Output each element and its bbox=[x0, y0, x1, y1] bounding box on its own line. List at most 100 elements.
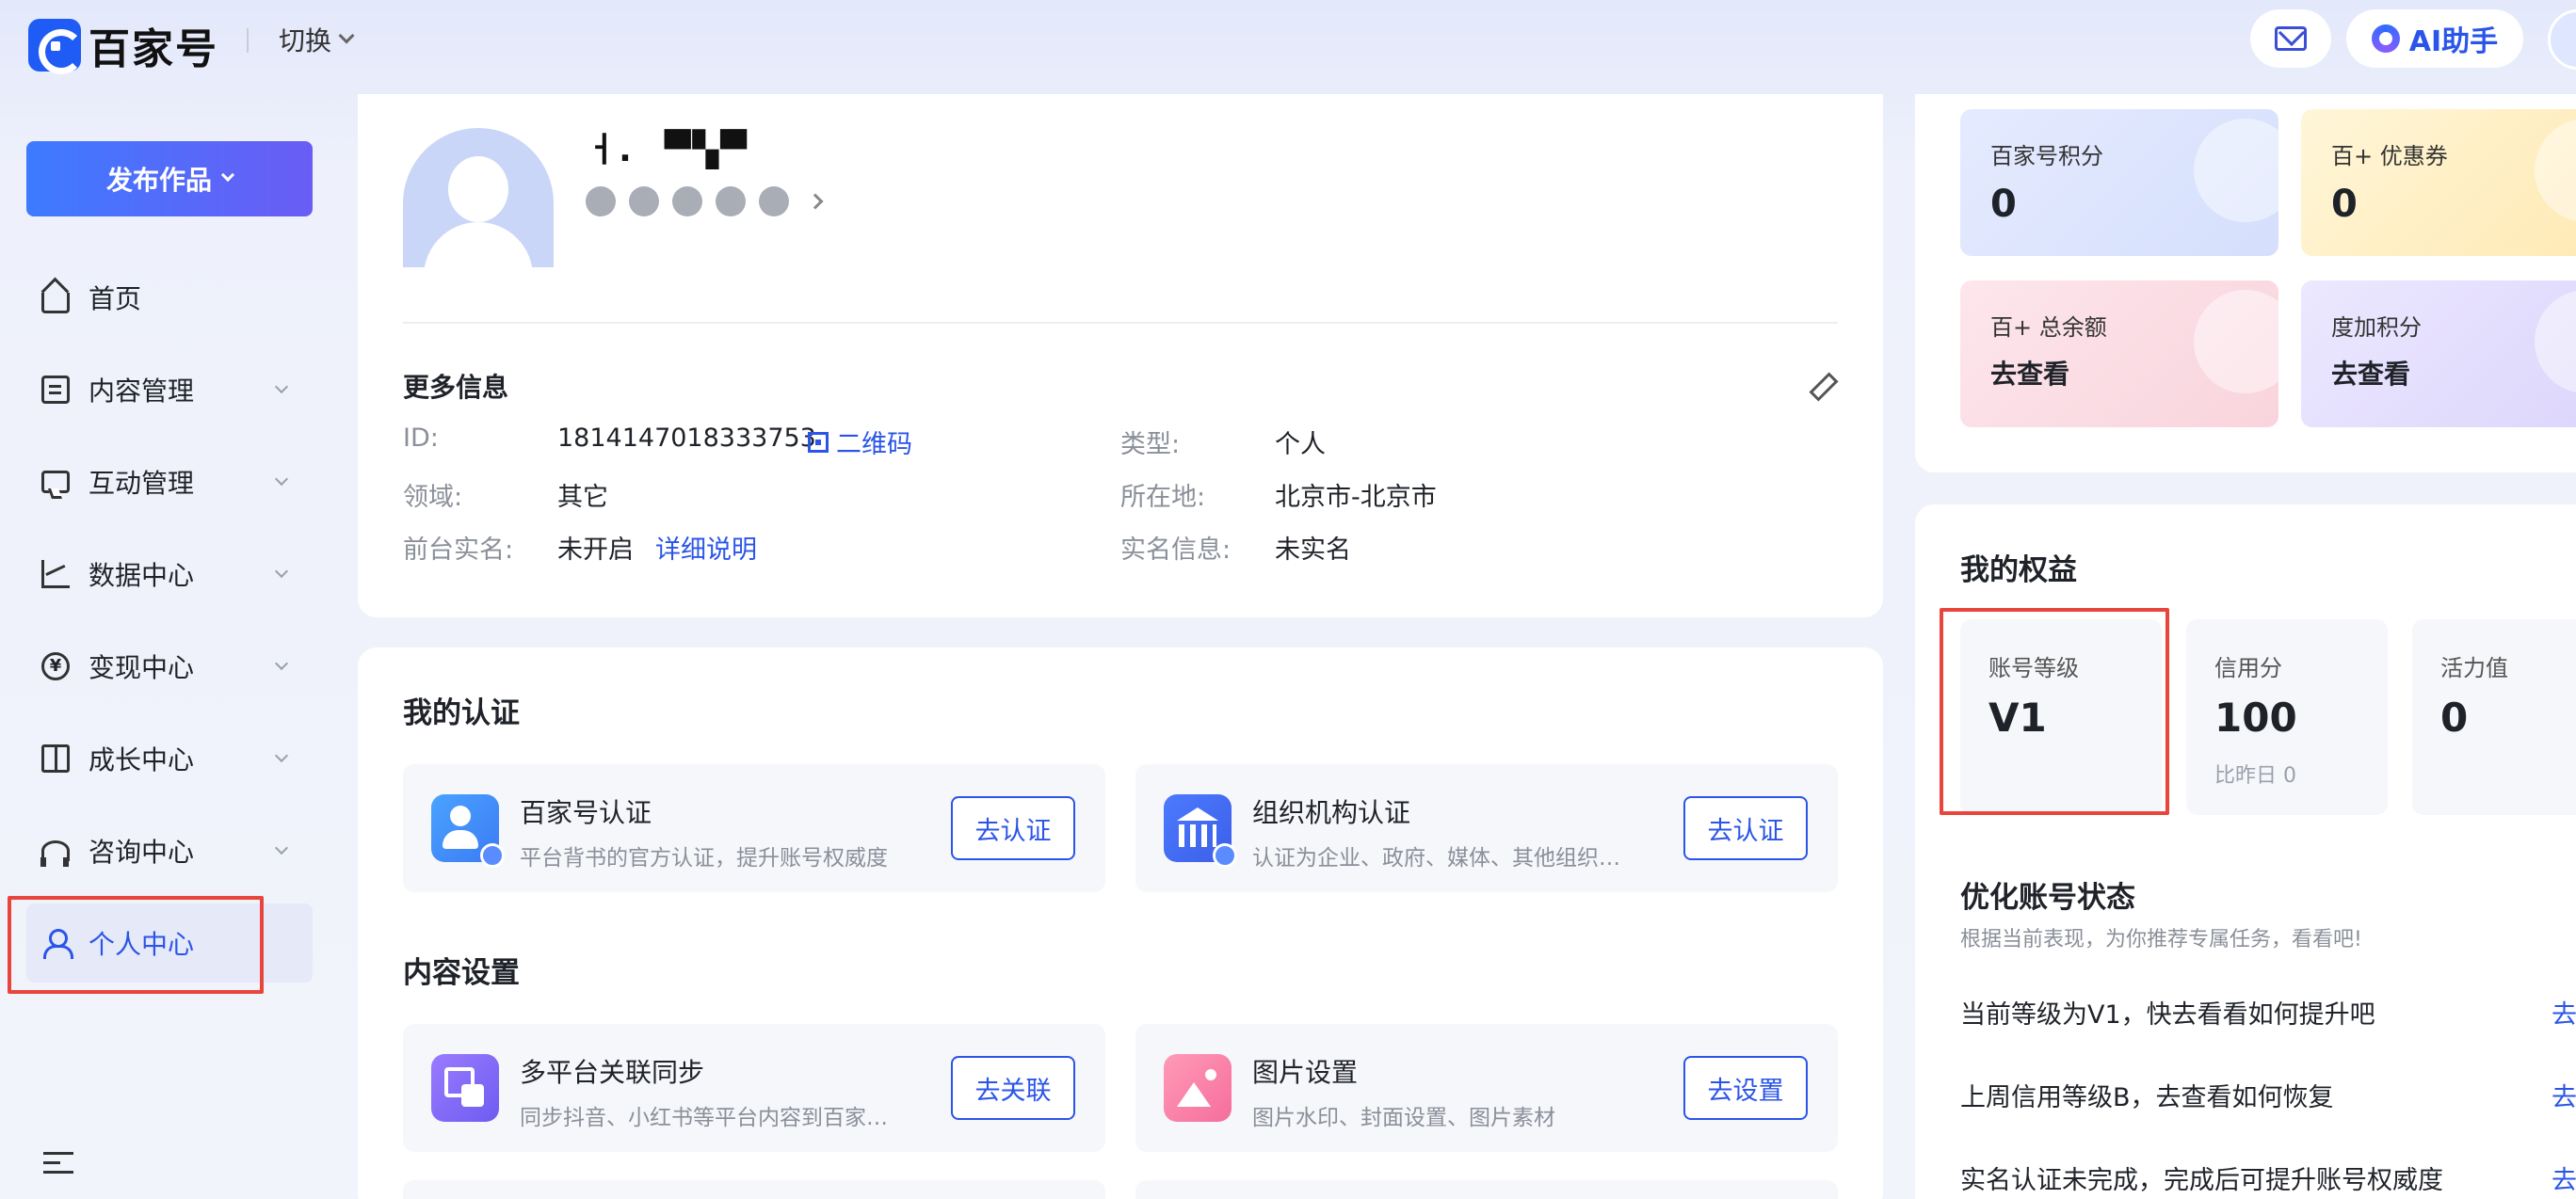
edit-icon[interactable] bbox=[1810, 373, 1834, 397]
optimize-subtitle: 根据当前表现，为你推荐专属任务，看看吧! bbox=[1960, 928, 2362, 951]
task-text: 实名认证未完成，完成后可提升账号权威度 bbox=[1960, 1166, 2443, 1195]
sidebar-item-growth[interactable]: 成长中心 bbox=[26, 719, 313, 798]
switch-label: 切换 bbox=[279, 25, 332, 56]
sidebar-item-label: 咨询中心 bbox=[89, 837, 195, 868]
type-label: 类型: bbox=[1120, 430, 1181, 459]
sidebar-item-label: 成长中心 bbox=[89, 744, 195, 775]
sidebar-item-label: 个人中心 bbox=[89, 929, 195, 960]
item-desc: 图片水印、封面设置、图片素材 bbox=[1252, 1106, 1555, 1130]
chart-icon bbox=[41, 560, 70, 588]
logo[interactable]: 百家号 bbox=[28, 15, 218, 75]
collapse-sidebar-icon[interactable] bbox=[43, 1152, 73, 1176]
info-grid: ID: 1814147018333753 二维码 类型: 个人 领域: 其它 所… bbox=[403, 424, 1838, 582]
link-platform-button[interactable]: 去关联 bbox=[951, 1056, 1075, 1120]
task-go-link[interactable]: 去 bbox=[2552, 994, 2576, 1031]
task-go-link[interactable]: 去 bbox=[2552, 1159, 2576, 1196]
more-info-title: 更多信息 bbox=[403, 372, 509, 403]
ai-assistant-label: AI助手 bbox=[2408, 25, 2499, 58]
task-text: 当前等级为V1，快去看看如何提升吧 bbox=[1960, 1000, 2375, 1030]
id-label: ID: bbox=[403, 424, 439, 453]
realname-info-value: 未实名 bbox=[1275, 536, 1351, 565]
setting-item: 多平台关联同步 同步抖音、小红书等平台内容到百家… 去关联 bbox=[403, 1024, 1105, 1152]
optimize-title: 优化账号状态 bbox=[1960, 881, 2135, 915]
type-value: 个人 bbox=[1275, 430, 1326, 459]
vitality-box[interactable]: 活力值 0 bbox=[2412, 619, 2576, 815]
org-cert-icon bbox=[1164, 794, 1237, 868]
sidebar-item-label: 内容管理 bbox=[89, 376, 195, 407]
messages-button[interactable] bbox=[2250, 9, 2331, 68]
info-row: 前台实名: 未开启 详细说明 实名信息: 未实名 bbox=[403, 529, 1838, 582]
sidebar-item-interaction[interactable]: 互动管理 bbox=[26, 442, 313, 521]
user-avatar[interactable] bbox=[2548, 9, 2576, 70]
chevron-down-icon bbox=[338, 27, 355, 44]
ai-assistant-button[interactable]: AI助手 bbox=[2346, 9, 2523, 68]
points-deco-icon bbox=[2535, 290, 2576, 393]
chevron-down-icon bbox=[220, 168, 235, 183]
badge-row[interactable] bbox=[586, 186, 824, 216]
details-link[interactable]: 详细说明 bbox=[655, 529, 757, 566]
sync-icon bbox=[431, 1054, 499, 1122]
task-go-link[interactable]: 去 bbox=[2552, 1077, 2576, 1113]
view-link[interactable]: 去查看 bbox=[1990, 354, 2069, 392]
sidebar-item-consult[interactable]: 咨询中心 bbox=[26, 811, 313, 890]
chat-icon bbox=[41, 471, 70, 493]
stat-label: 活力值 bbox=[2440, 655, 2508, 681]
chevron-right-icon bbox=[807, 193, 824, 210]
divider bbox=[403, 322, 1838, 324]
badge-icon bbox=[716, 186, 746, 216]
profile-card: ㅓ.ᅟ▀▚▀ 更多信息 ID: 1814147018333753 二维码 类型:… bbox=[358, 94, 1883, 617]
app-root: 百家号 切换 AI助手 发布作品 首页 内容管理 互动管理 数据中心 ¥ 变现中… bbox=[0, 0, 2576, 1199]
credit-score-box[interactable]: 信用分 100 比昨日 0 bbox=[2186, 619, 2388, 815]
qr-code-link[interactable]: 二维码 bbox=[808, 424, 912, 460]
user-icon bbox=[41, 929, 73, 959]
item-desc: 平台背书的官方认证，提升账号权威度 bbox=[520, 846, 888, 871]
sidebar-item-data[interactable]: 数据中心 bbox=[26, 535, 313, 614]
asset-tile[interactable]: 百+ 总余额 去查看 bbox=[1960, 280, 2278, 427]
domain-label: 领域: bbox=[403, 483, 463, 512]
task-text: 上周信用等级B，去查看如何恢复 bbox=[1960, 1083, 2334, 1112]
cert-item: 百家号认证 平台背书的官方认证，提升账号权威度 去认证 bbox=[403, 764, 1105, 892]
image-icon bbox=[1164, 1054, 1232, 1122]
badge-icon bbox=[586, 186, 616, 216]
setting-item bbox=[1135, 1180, 1838, 1199]
domain-value: 其它 bbox=[557, 483, 608, 512]
realname-info-label: 实名信息: bbox=[1120, 536, 1232, 565]
asset-tile[interactable]: 百家号积分 0 bbox=[1960, 109, 2278, 256]
badge-icon bbox=[759, 186, 789, 216]
divider bbox=[247, 28, 249, 53]
item-desc: 认证为企业、政府、媒体、其他组织… bbox=[1252, 846, 1620, 871]
certification-card: 我的认证 百家号认证 平台背书的官方认证，提升账号权威度 去认证 组织机构认证 … bbox=[358, 647, 1883, 1199]
sidebar-item-label: 首页 bbox=[89, 283, 142, 314]
id-value: 1814147018333753 bbox=[557, 424, 816, 453]
certify-org-button[interactable]: 去认证 bbox=[1683, 796, 1808, 860]
location-label: 所在地: bbox=[1120, 483, 1206, 512]
info-row: ID: 1814147018333753 二维码 类型: 个人 bbox=[403, 424, 1838, 476]
view-link[interactable]: 去查看 bbox=[2331, 354, 2410, 392]
account-level-box[interactable]: 账号等级 V1 bbox=[1960, 619, 2162, 815]
tile-label: 百+ 优惠券 bbox=[2331, 143, 2448, 169]
sidebar-item-monetize[interactable]: ¥ 变现中心 bbox=[26, 627, 313, 706]
document-icon bbox=[41, 376, 70, 404]
chevron-down-icon bbox=[274, 472, 289, 487]
stat-value: 0 bbox=[2440, 695, 2469, 741]
profile-avatar[interactable] bbox=[403, 128, 554, 267]
asset-tile[interactable]: 百+ 优惠券 0 bbox=[2301, 109, 2576, 256]
logo-text: 百家号 bbox=[89, 25, 218, 73]
badge-icon bbox=[629, 186, 659, 216]
person-cert-icon bbox=[431, 794, 505, 868]
location-value: 北京市-北京市 bbox=[1275, 483, 1437, 512]
publish-button[interactable]: 发布作品 bbox=[26, 141, 313, 216]
sidebar-item-personal[interactable]: 个人中心 bbox=[26, 903, 313, 983]
setting-item: 图片设置 图片水印、封面设置、图片素材 去设置 bbox=[1135, 1024, 1838, 1152]
mail-icon bbox=[2275, 26, 2307, 51]
setting-item bbox=[403, 1180, 1105, 1199]
image-settings-button[interactable]: 去设置 bbox=[1683, 1056, 1808, 1120]
sidebar-item-home[interactable]: 首页 bbox=[26, 258, 313, 337]
qr-code-icon bbox=[808, 431, 829, 453]
sidebar-item-content[interactable]: 内容管理 bbox=[26, 350, 313, 429]
item-title: 组织机构认证 bbox=[1252, 797, 1411, 828]
switch-account-button[interactable]: 切换 bbox=[279, 21, 355, 58]
asset-tile[interactable]: 度加积分 去查看 bbox=[2301, 280, 2576, 427]
sidebar-item-label: 变现中心 bbox=[89, 652, 195, 683]
certify-button[interactable]: 去认证 bbox=[951, 796, 1075, 860]
